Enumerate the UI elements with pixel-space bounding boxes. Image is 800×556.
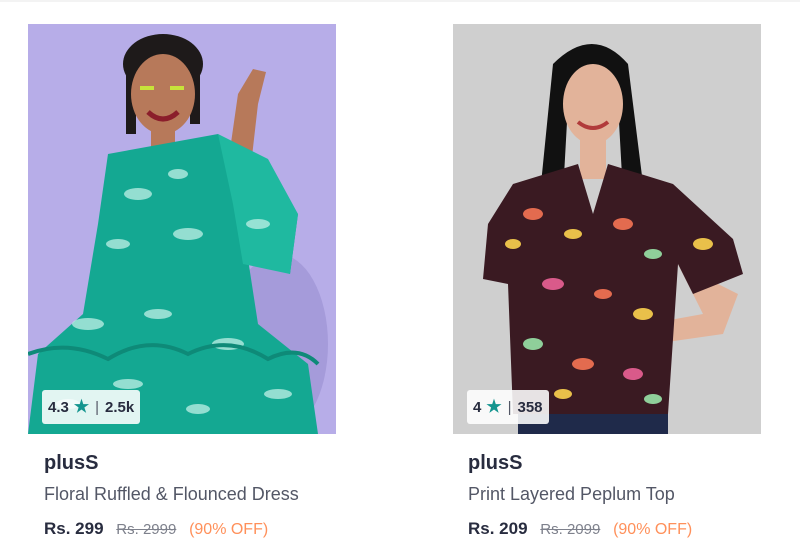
product-card[interactable]: 4.3 ★ | 2.5k xyxy=(28,24,336,434)
product-brand[interactable]: plusS xyxy=(44,452,98,475)
product-photo-dress xyxy=(28,34,328,434)
original-price: Rs. 2999 xyxy=(116,521,177,538)
selling-price: Rs. 209 xyxy=(468,519,528,538)
product-price: Rs. 299 Rs. 2999 (90% OFF) xyxy=(44,519,268,539)
product-image[interactable]: 4 ★ | 358 xyxy=(453,24,761,434)
star-icon: ★ xyxy=(486,397,502,416)
rating-value: 4 xyxy=(473,398,482,416)
rating-badge: 4 ★ | 358 xyxy=(467,390,549,424)
product-title[interactable]: Floral Ruffled & Flounced Dress xyxy=(44,484,299,505)
product-card[interactable]: 4 ★ | 358 xyxy=(453,24,761,434)
top-divider xyxy=(0,0,800,2)
rating-count: 2.5k xyxy=(105,398,135,416)
product-title[interactable]: Print Layered Peplum Top xyxy=(468,484,675,505)
original-price: Rs. 2099 xyxy=(540,521,601,538)
discount-label: (90% OFF) xyxy=(613,521,693,538)
star-icon: ★ xyxy=(73,397,90,416)
selling-price: Rs. 299 xyxy=(44,519,104,538)
product-price: Rs. 209 Rs. 2099 (90% OFF) xyxy=(468,519,692,539)
rating-divider: | xyxy=(507,398,512,416)
rating-count: 358 xyxy=(517,398,543,416)
product-image[interactable]: 4.3 ★ | 2.5k xyxy=(28,24,336,434)
rating-divider: | xyxy=(95,398,100,416)
discount-label: (90% OFF) xyxy=(189,521,269,538)
rating-value: 4.3 xyxy=(48,398,69,416)
product-brand[interactable]: plusS xyxy=(468,452,522,475)
rating-badge: 4.3 ★ | 2.5k xyxy=(42,390,141,424)
product-photo-top xyxy=(483,44,743,434)
